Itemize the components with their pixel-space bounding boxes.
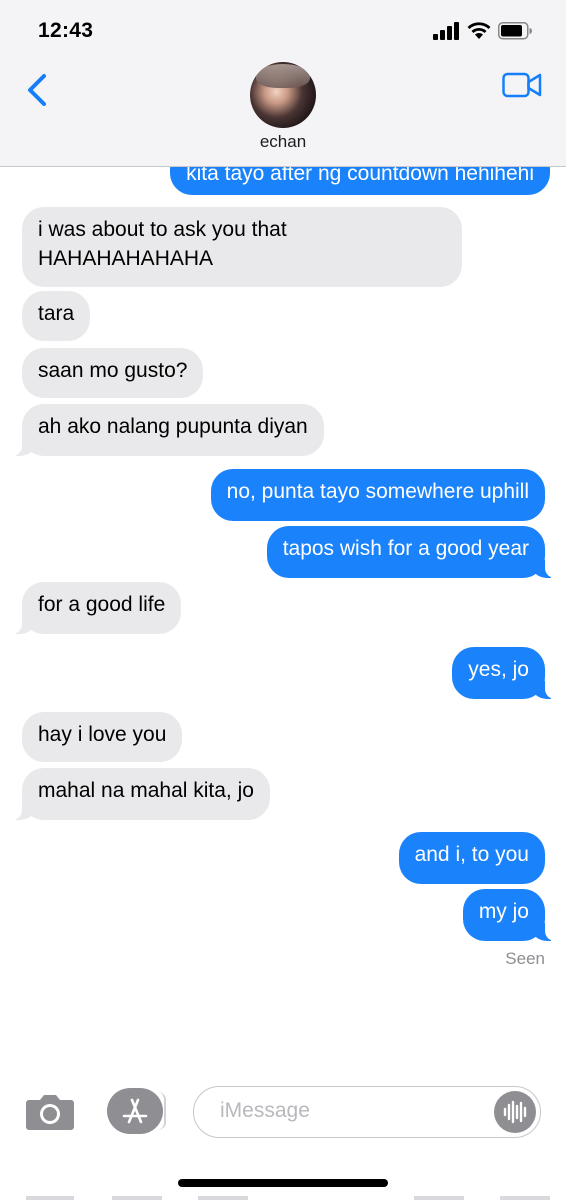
avatar[interactable] [250,62,316,128]
conversation-header: echan [0,62,566,167]
message-text: for a good life [38,593,166,616]
message-bubble-outgoing[interactable]: no, punta tayo somewhere uphill [210,469,545,521]
app-drawer-edge [158,1092,166,1130]
message-text: yes, jo [468,658,529,681]
message-list[interactable]: kita tayo after ng countdown hehihehi i … [0,167,566,1067]
video-camera-icon[interactable] [502,72,542,98]
message-bubble-incoming[interactable]: hay i love you [22,712,183,762]
status-time: 12:43 [38,19,94,42]
message-bubble-outgoing[interactable]: and i, to you [398,832,545,884]
app-store-icon [122,1098,148,1124]
home-indicator[interactable] [178,1179,388,1187]
message-bubble-incoming[interactable]: ah ako nalang pupunta diyan [12,404,324,456]
status-bar: 12:43 [0,0,566,62]
message-text: ah ako nalang pupunta diyan [38,415,308,438]
app-drawer-preview [112,1196,162,1200]
app-drawer-preview [414,1196,464,1200]
message-text: tapos wish for a good year [282,537,529,560]
message-bubble-incoming[interactable]: mahal na mahal kita, jo [12,768,270,820]
message-input[interactable]: iMessage [193,1086,541,1138]
message-text: saan mo gusto? [38,359,188,382]
contact-name[interactable]: echan [0,132,566,152]
message-text: my jo [478,900,529,923]
message-text: hay i love you [38,723,167,746]
audio-waveform-icon [503,1100,527,1124]
message-bubble-incoming[interactable]: for a good life [11,582,182,634]
wifi-icon [467,22,491,39]
app-store-button[interactable] [107,1088,163,1134]
message-bubble-outgoing[interactable]: tapos wish for a good year [266,526,556,578]
message-text: tara [38,302,75,325]
app-drawer-preview [198,1196,248,1200]
message-text: and i, to you [414,843,529,866]
message-bubble-outgoing[interactable]: my jo [462,889,556,941]
cellular-signal-icon [433,22,459,40]
message-text: kita tayo after ng countdown hehihehi [186,167,534,185]
chevron-left-icon[interactable] [22,70,52,110]
app-drawer-preview [26,1196,74,1200]
message-text: HAHAHAHAHAHA [38,247,214,270]
message-bubble-incoming[interactable]: i was about to ask you that HAHAHAHAHAHA [22,207,462,287]
message-text: no, punta tayo somewhere uphill [226,480,529,503]
message-bubble-incoming[interactable]: saan mo gusto? [22,348,204,398]
message-bubble-outgoing[interactable]: kita tayo after ng countdown hehihehi [170,167,550,195]
battery-icon [498,22,532,40]
audio-message-button[interactable] [494,1091,536,1133]
message-input-placeholder: iMessage [220,1099,310,1122]
app-drawer-preview [500,1196,550,1200]
read-receipt: Seen [505,949,545,968]
camera-icon[interactable] [25,1092,75,1132]
message-bubble-outgoing[interactable]: yes, jo [452,647,555,699]
message-bubble-incoming[interactable]: tara [22,291,91,341]
message-text: i was about to ask you that [38,218,287,241]
message-text: mahal na mahal kita, jo [38,779,254,802]
